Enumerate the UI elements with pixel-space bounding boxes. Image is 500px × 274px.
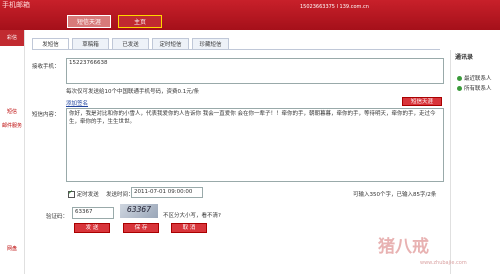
recent-contacts-icon — [457, 76, 462, 81]
scheduled-checkbox[interactable] — [68, 189, 75, 198]
char-counter: 可输入350个字，已输入85字/2条 — [353, 192, 437, 198]
all-contacts-icon — [457, 86, 462, 91]
content-textarea[interactable]: 你好，我是对比和你的小雪人，代表我爱你的人告诉你 我会一直爱你 会在你一辈子！！… — [66, 108, 444, 182]
logo-text: 手机邮箱 — [2, 1, 30, 9]
contacts-panel: 通讯录 最近联系人 所有联系人 — [450, 50, 500, 274]
account-info: 15023663375 l 139.com.cn — [300, 4, 369, 10]
watermark-logo: 猪八戒 — [378, 237, 429, 257]
sms-hint: 每次仅可发送给10个中国联通手机号码，资费0.1元/条 — [66, 89, 200, 95]
captcha-label: 验证码： — [46, 214, 69, 220]
cancel-button[interactable]: 取 消 — [171, 223, 207, 233]
content-label: 短信内容： — [32, 112, 60, 118]
watermark-url: www.zhubajie.com — [420, 260, 467, 266]
top-bar: 手机邮箱 短信天涯 主页 15023663375 l 139.com.cn — [0, 0, 500, 30]
left-nav-badge[interactable]: 彩信 — [0, 30, 24, 46]
recipient-label: 接收手机： — [32, 64, 60, 70]
scheduled-label: 定时发送 — [76, 192, 99, 198]
add-signature-link[interactable]: 添加签名 — [66, 99, 88, 107]
send-time-label: 发送时间： — [106, 192, 134, 198]
scheduled-row: 定时发送 — [68, 189, 99, 198]
recent-contacts[interactable]: 最近联系人 — [457, 74, 492, 82]
recent-contacts-label: 最近联系人 — [464, 76, 492, 82]
save-button[interactable]: 保 存 — [123, 223, 159, 233]
tab-divider — [32, 49, 440, 50]
all-contacts-label: 所有联系人 — [464, 86, 492, 92]
captcha-hint[interactable]: 不区分大小写，看不清? — [163, 211, 221, 219]
top-tab-sms-heaven[interactable]: 短信天涯 — [67, 15, 111, 28]
left-nav: 彩信 短信 邮件服务 网盘 — [0, 30, 25, 274]
left-nav-item-sms[interactable]: 短信 — [0, 108, 24, 115]
top-tab-home[interactable]: 主页 — [118, 15, 162, 28]
captcha-image: 63367 — [120, 204, 158, 218]
left-nav-item-mail[interactable]: 邮件服务 — [0, 122, 24, 129]
recipient-input[interactable]: 15223766638 — [66, 58, 444, 84]
contacts-title: 通讯录 — [455, 54, 474, 61]
send-button[interactable]: 发 送 — [74, 223, 110, 233]
left-nav-item-disk[interactable]: 网盘 — [0, 245, 24, 252]
send-time-input[interactable]: 2011-07-01 09:00:00 — [131, 187, 203, 198]
all-contacts[interactable]: 所有联系人 — [457, 84, 492, 92]
captcha-input[interactable]: 63367 — [72, 207, 114, 219]
sms-heaven-button[interactable]: 短信天涯 — [402, 97, 442, 106]
